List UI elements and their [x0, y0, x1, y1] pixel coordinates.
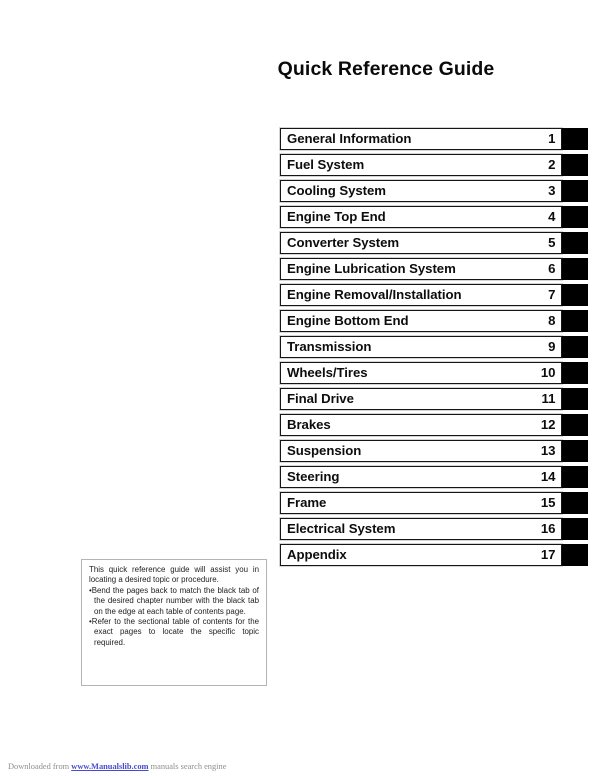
chapter-black-tab	[562, 440, 588, 462]
chapter-row[interactable]: Final Drive 11	[280, 388, 588, 410]
note-bullet-list: •Bend the pages back to match the black …	[89, 586, 259, 648]
chapter-row[interactable]: Suspension 13	[280, 440, 588, 462]
manualslib-link[interactable]: www.Manualslib.com	[71, 762, 148, 771]
chapter-row[interactable]: General Information 1	[280, 128, 588, 150]
chapter-black-tab	[562, 284, 588, 306]
chapter-entry[interactable]: Steering 14	[280, 466, 562, 488]
chapter-entry[interactable]: Converter System 5	[280, 232, 562, 254]
chapter-entry[interactable]: Engine Top End 4	[280, 206, 562, 228]
chapter-row[interactable]: Fuel System 2	[280, 154, 588, 176]
chapter-label: Final Drive	[287, 391, 354, 407]
page-title: Quick Reference Guide	[277, 58, 495, 80]
chapter-black-tab	[562, 362, 588, 384]
chapter-number: 2	[548, 157, 556, 173]
chapter-entry[interactable]: Suspension 13	[280, 440, 562, 462]
chapter-black-tab	[562, 336, 588, 358]
chapter-entry[interactable]: Brakes 12	[280, 414, 562, 436]
footer-prefix: Downloaded from	[8, 762, 72, 771]
note-bullet-item: •Refer to the sectional table of content…	[89, 617, 259, 648]
chapter-number: 7	[548, 287, 556, 303]
chapter-entry[interactable]: Electrical System 16	[280, 518, 562, 540]
chapter-number: 9	[548, 339, 556, 355]
chapter-label: Wheels/Tires	[287, 365, 368, 381]
chapter-row[interactable]: Frame 15	[280, 492, 588, 514]
chapter-black-tab	[562, 206, 588, 228]
note-intro-paragraph: This quick reference guide will assist y…	[89, 565, 259, 585]
chapter-label: Engine Lubrication System	[287, 261, 456, 277]
chapter-black-tab	[562, 258, 588, 280]
chapter-label: General Information	[287, 131, 412, 147]
chapter-row[interactable]: Brakes 12	[280, 414, 588, 436]
chapter-row[interactable]: Transmission 9	[280, 336, 588, 358]
chapter-label: Frame	[287, 495, 327, 511]
chapter-label: Transmission	[287, 339, 372, 355]
chapter-entry[interactable]: Cooling System 3	[280, 180, 562, 202]
chapter-entry[interactable]: Frame 15	[280, 492, 562, 514]
chapter-row[interactable]: Cooling System 3	[280, 180, 588, 202]
chapter-black-tab	[562, 154, 588, 176]
chapter-entry[interactable]: Transmission 9	[280, 336, 562, 358]
chapter-number: 12	[540, 417, 556, 433]
note-bullet-item: •Bend the pages back to match the black …	[89, 586, 259, 617]
chapter-label: Electrical System	[287, 521, 396, 537]
chapter-row[interactable]: Engine Removal/Installation 7	[280, 284, 588, 306]
chapter-entry[interactable]: Engine Removal/Installation 7	[280, 284, 562, 306]
chapter-entry[interactable]: Wheels/Tires 10	[280, 362, 562, 384]
chapter-number: 14	[540, 469, 556, 485]
chapter-row[interactable]: Converter System 5	[280, 232, 588, 254]
chapter-row[interactable]: Wheels/Tires 10	[280, 362, 588, 384]
chapter-number: 15	[540, 495, 556, 511]
chapter-label: Appendix	[287, 547, 347, 563]
chapter-number: 3	[548, 183, 556, 199]
chapter-number: 1	[548, 131, 556, 147]
chapter-number: 13	[540, 443, 556, 459]
chapter-black-tab	[562, 544, 588, 566]
chapter-entry[interactable]: Final Drive 11	[280, 388, 562, 410]
chapter-black-tab	[562, 414, 588, 436]
chapter-number: 4	[548, 209, 556, 225]
chapter-entry[interactable]: Appendix 17	[280, 544, 562, 566]
chapter-label: Cooling System	[287, 183, 386, 199]
chapter-row[interactable]: Engine Bottom End 8	[280, 310, 588, 332]
chapter-number: 6	[548, 261, 556, 277]
note-bullet-text: Bend the pages back to match the black t…	[91, 585, 259, 616]
chapter-number: 8	[548, 313, 556, 329]
chapter-label: Fuel System	[287, 157, 365, 173]
chapter-number: 16	[540, 521, 556, 537]
chapter-row[interactable]: Steering 14	[280, 466, 588, 488]
chapter-black-tab	[562, 310, 588, 332]
chapter-black-tab	[562, 388, 588, 410]
chapter-number: 10	[540, 365, 556, 381]
chapter-entry[interactable]: Fuel System 2	[280, 154, 562, 176]
chapter-number: 5	[548, 235, 556, 251]
chapter-number: 11	[541, 391, 556, 407]
chapter-label: Brakes	[287, 417, 331, 433]
chapter-black-tab	[562, 518, 588, 540]
chapter-row[interactable]: Appendix 17	[280, 544, 588, 566]
chapter-black-tab	[562, 128, 588, 150]
chapter-black-tab	[562, 492, 588, 514]
chapter-row[interactable]: Engine Lubrication System 6	[280, 258, 588, 280]
chapter-label: Engine Top End	[287, 209, 386, 225]
chapter-number: 17	[540, 547, 556, 563]
chapter-index-table: General Information 1 Fuel System 2 Cooling …	[280, 128, 588, 570]
note-bullet-text: Refer to the sectional table of contents…	[91, 617, 259, 647]
chapter-black-tab	[562, 232, 588, 254]
chapter-entry[interactable]: General Information 1	[280, 128, 562, 150]
chapter-black-tab	[562, 466, 588, 488]
chapter-label: Converter System	[287, 235, 400, 251]
chapter-black-tab	[562, 180, 588, 202]
chapter-entry[interactable]: Engine Bottom End 8	[280, 310, 562, 332]
chapter-label: Engine Bottom End	[287, 313, 409, 329]
usage-note-box: This quick reference guide will assist y…	[81, 559, 267, 686]
chapter-row[interactable]: Electrical System 16	[280, 518, 588, 540]
chapter-label: Engine Removal/Installation	[287, 287, 462, 303]
chapter-label: Steering	[287, 469, 340, 485]
chapter-entry[interactable]: Engine Lubrication System 6	[280, 258, 562, 280]
chapter-row[interactable]: Engine Top End 4	[280, 206, 588, 228]
chapter-label: Suspension	[287, 443, 362, 459]
download-source-footer: Downloaded from www.Manualslib.com manua…	[8, 762, 226, 771]
footer-suffix: manuals search engine	[148, 762, 227, 771]
